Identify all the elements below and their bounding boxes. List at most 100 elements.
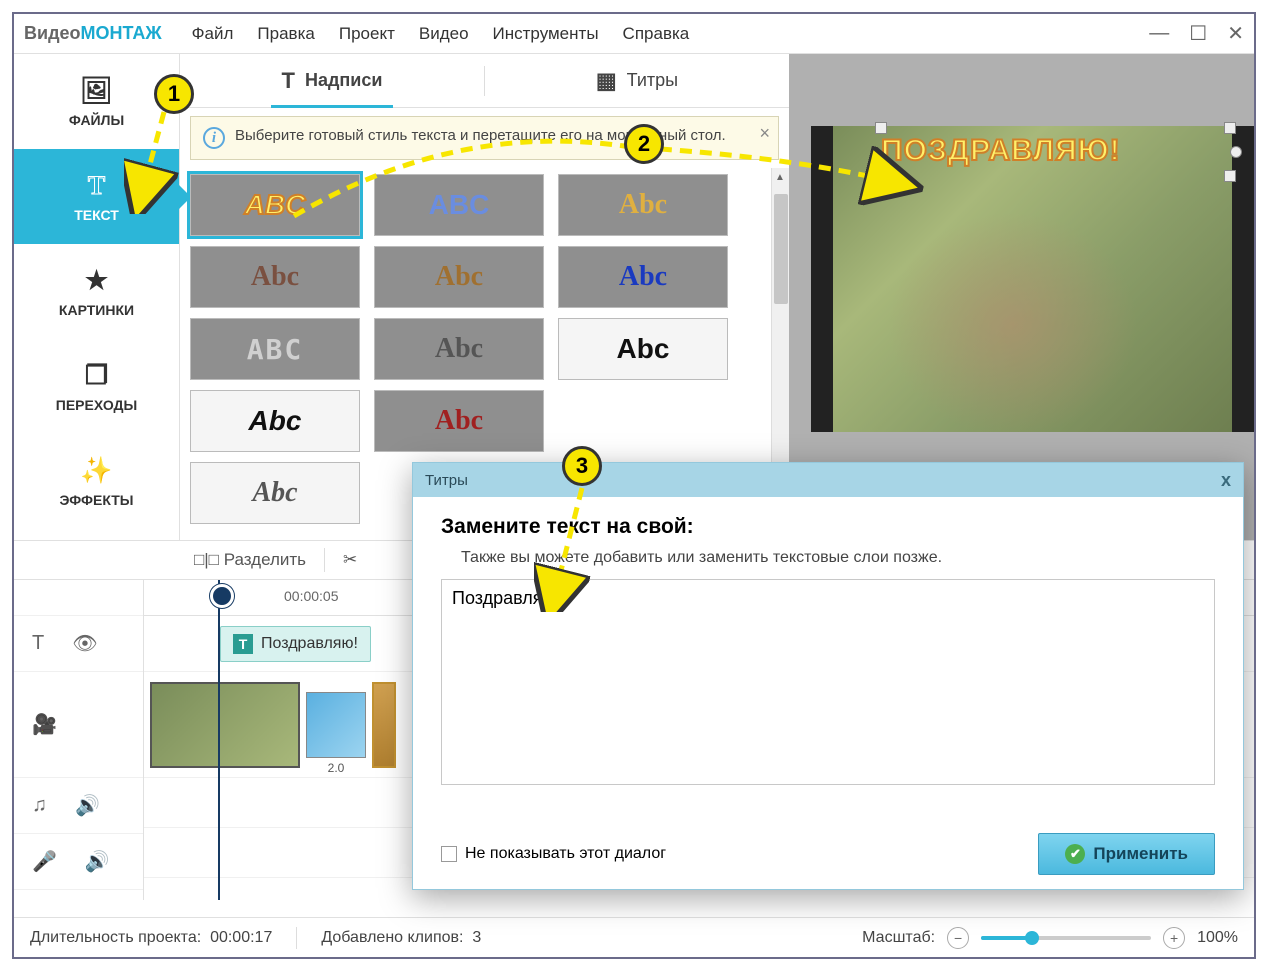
project-duration: Длительность проекта: 00:00:17 bbox=[30, 929, 272, 947]
split-button[interactable]: □|□ Разделить bbox=[194, 550, 306, 570]
title-text-input[interactable] bbox=[441, 579, 1215, 785]
annotation-badge-2: 2 bbox=[624, 124, 664, 164]
menu-help[interactable]: Справка bbox=[623, 24, 690, 44]
cut-icon[interactable]: ✂ bbox=[343, 550, 357, 570]
music-track-head: ♫ 🔊 bbox=[14, 778, 143, 834]
text-style-tile[interactable]: Abc bbox=[558, 246, 728, 308]
menu-tools[interactable]: Инструменты bbox=[493, 24, 599, 44]
mic-icon: 🎤 bbox=[32, 849, 57, 874]
sidebar-item-transitions[interactable]: ❐ ПЕРЕХОДЫ bbox=[14, 339, 179, 434]
close-icon[interactable]: × bbox=[759, 123, 770, 144]
tab-captions[interactable]: T Надписи bbox=[180, 54, 484, 107]
rotate-handle[interactable] bbox=[1230, 146, 1242, 158]
text-badge-icon: T bbox=[233, 634, 253, 654]
annotation-badge-3: 3 bbox=[562, 446, 602, 486]
resize-handle[interactable] bbox=[875, 122, 887, 134]
text-style-tile[interactable]: Abc bbox=[558, 174, 728, 236]
close-icon[interactable]: x bbox=[1221, 470, 1231, 491]
zoom-slider[interactable] bbox=[981, 936, 1151, 940]
resize-handle[interactable] bbox=[1224, 170, 1236, 182]
text-style-tile[interactable]: Abc bbox=[374, 390, 544, 452]
app-logo: ВидеоМОНТАЖ bbox=[24, 23, 162, 44]
menu-edit[interactable]: Правка bbox=[257, 24, 314, 44]
preview-text-overlay[interactable]: ПОЗДРАВЛЯЮ! bbox=[881, 134, 1220, 168]
info-icon: i bbox=[203, 127, 225, 149]
text-style-tile[interactable]: Abc bbox=[190, 246, 360, 308]
track-headers: T 👁 🎥 ♫ 🔊 🎤 🔊 bbox=[14, 580, 144, 900]
video-clip[interactable] bbox=[150, 682, 300, 768]
sidebar-item-label: КАРТИНКИ bbox=[59, 302, 134, 318]
speaker-icon[interactable]: 🔊 bbox=[75, 793, 100, 818]
sidebar-item-pictures[interactable]: ★ КАРТИНКИ bbox=[14, 244, 179, 339]
annotation-badge-1: 1 bbox=[154, 74, 194, 114]
wand-icon: ✨ bbox=[80, 455, 112, 486]
menu-video[interactable]: Видео bbox=[419, 24, 469, 44]
speaker-icon[interactable]: 🔊 bbox=[85, 849, 110, 874]
check-icon: ✔ bbox=[1065, 844, 1085, 864]
scroll-up-icon[interactable]: ▲ bbox=[775, 172, 785, 183]
text-icon: T bbox=[32, 632, 44, 655]
menu-project[interactable]: Проект bbox=[339, 24, 395, 44]
eye-icon[interactable]: 👁 bbox=[72, 631, 97, 656]
status-bar: Длительность проекта: 00:00:17 Добавлено… bbox=[14, 917, 1254, 957]
zoom-controls: Масштаб: − + 100% bbox=[862, 927, 1238, 949]
text-style-tile[interactable]: ABC bbox=[374, 174, 544, 236]
time-label: 00:00:05 bbox=[284, 588, 339, 604]
apply-button[interactable]: ✔ Применить bbox=[1038, 833, 1215, 875]
sidebar: 🖼 ФАЙЛЫ T ТЕКСТ ★ КАРТИНКИ ❐ ПЕРЕХОДЫ ✨ … bbox=[14, 54, 179, 540]
text-style-tile[interactable]: Abc bbox=[374, 318, 544, 380]
clip-count: Добавлено клипов: 3 bbox=[321, 929, 481, 947]
tab-label: Титры bbox=[627, 70, 678, 91]
minimize-icon[interactable]: — bbox=[1149, 22, 1169, 45]
video-track-head: 🎥 bbox=[14, 672, 143, 778]
zoom-out-button[interactable]: − bbox=[947, 927, 969, 949]
zoom-label: Масштаб: bbox=[862, 929, 935, 947]
tab-titles[interactable]: ▦ Титры bbox=[485, 54, 789, 107]
mic-track-head: 🎤 🔊 bbox=[14, 834, 143, 890]
sidebar-item-label: ТЕКСТ bbox=[74, 207, 119, 223]
tabs-row: T Надписи ▦ Титры bbox=[180, 54, 789, 108]
dialog-heading: Замените текст на свой: bbox=[441, 515, 1215, 539]
text-style-tile[interactable]: Abc bbox=[190, 462, 360, 524]
menu-file[interactable]: Файл bbox=[192, 24, 234, 44]
playhead[interactable] bbox=[218, 580, 220, 900]
dialog-titlebar[interactable]: Титры x bbox=[413, 463, 1243, 497]
sidebar-item-label: ФАЙЛЫ bbox=[69, 112, 124, 128]
layers-icon: ❐ bbox=[85, 360, 108, 391]
scrollbar-thumb[interactable] bbox=[774, 194, 788, 304]
video-clip[interactable] bbox=[372, 682, 396, 768]
resize-handle[interactable] bbox=[875, 170, 887, 182]
info-banner: i Выберите готовый стиль текста и перета… bbox=[190, 116, 779, 160]
image-icon: 🖼 bbox=[80, 75, 113, 106]
maximize-icon[interactable]: ☐ bbox=[1189, 21, 1207, 46]
sidebar-item-text[interactable]: T ТЕКСТ bbox=[14, 149, 179, 244]
text-style-tile[interactable]: Abc bbox=[190, 390, 360, 452]
preview-canvas[interactable]: ПОЗДРАВЛЯЮ! bbox=[811, 126, 1254, 432]
sidebar-item-files[interactable]: 🖼 ФАЙЛЫ bbox=[14, 54, 179, 149]
film-icon: ▦ bbox=[596, 68, 617, 94]
sidebar-item-effects[interactable]: ✨ ЭФФЕКТЫ bbox=[14, 434, 179, 529]
text-style-tile[interactable]: ABC bbox=[190, 174, 360, 236]
text-clip-label: Поздравляю! bbox=[261, 635, 358, 653]
transition-duration: 2.0 bbox=[307, 761, 365, 775]
app-window: ВидеоМОНТАЖ Файл Правка Проект Видео Инс… bbox=[12, 12, 1256, 959]
dialog-title: Титры bbox=[425, 472, 468, 489]
text-track-head: T 👁 bbox=[14, 616, 143, 672]
text-style-tile[interactable]: Abc bbox=[374, 246, 544, 308]
text-style-tile[interactable]: Abc bbox=[558, 318, 728, 380]
text-icon: T bbox=[282, 68, 295, 94]
dont-show-checkbox[interactable] bbox=[441, 846, 457, 862]
zoom-value: 100% bbox=[1197, 929, 1238, 947]
text-style-tile[interactable]: ABC bbox=[190, 318, 360, 380]
titles-dialog: Титры x Замените текст на свой: Также вы… bbox=[412, 462, 1244, 890]
sidebar-item-label: ЭФФЕКТЫ bbox=[60, 492, 134, 508]
resize-handle[interactable] bbox=[1224, 122, 1236, 134]
text-icon: T bbox=[88, 171, 105, 201]
music-icon: ♫ bbox=[32, 794, 47, 817]
close-icon[interactable]: ✕ bbox=[1227, 21, 1244, 46]
dialog-subheading: Также вы можете добавить или заменить те… bbox=[441, 549, 1215, 567]
zoom-in-button[interactable]: + bbox=[1163, 927, 1185, 949]
transition-clip[interactable]: 2.0 bbox=[306, 692, 366, 758]
camera-icon: 🎥 bbox=[32, 712, 57, 737]
text-clip[interactable]: T Поздравляю! bbox=[220, 626, 371, 662]
